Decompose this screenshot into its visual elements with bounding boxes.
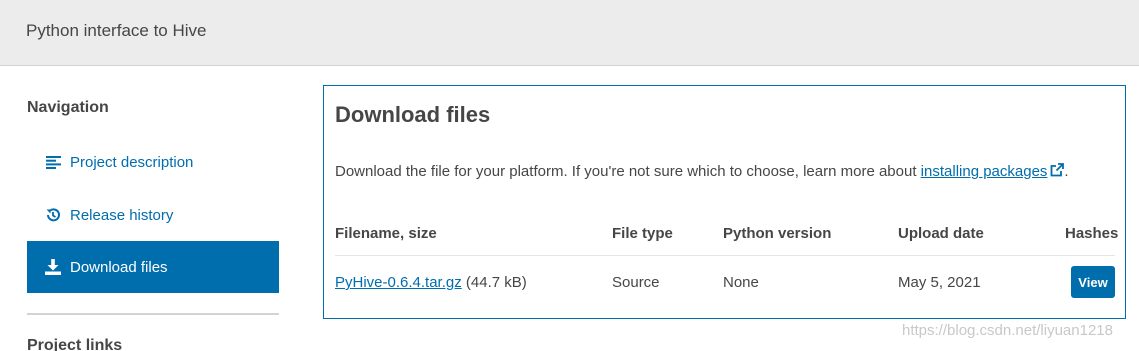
- download-files-panel: Download files Download the file for you…: [323, 85, 1126, 319]
- installing-packages-link[interactable]: installing packages: [921, 163, 1065, 180]
- external-link-icon: [1050, 163, 1065, 177]
- table-row-filename-cell: PyHive-0.6.4.tar.gz (44.7 kB): [335, 274, 527, 291]
- sidebar-item-download-files[interactable]: Download files: [27, 241, 279, 293]
- watermark-text: https://blog.csdn.net/liyuan1218: [902, 322, 1113, 339]
- column-header-file-type: File type: [612, 225, 673, 242]
- table-header-divider: [335, 255, 1115, 256]
- download-intro-text: Download the file for your platform. If …: [335, 163, 1069, 180]
- download-files-title: Download files: [335, 102, 491, 127]
- history-icon: [44, 207, 62, 223]
- file-download-link[interactable]: PyHive-0.6.4.tar.gz: [335, 274, 462, 291]
- package-header: Python interface to Hive: [0, 0, 1139, 66]
- download-icon: [44, 259, 62, 275]
- sidebar-item-project-description[interactable]: Project description: [27, 136, 279, 188]
- column-header-hashes: Hashes: [1065, 225, 1119, 242]
- sidebar-item-label: Download files: [70, 258, 168, 276]
- view-hashes-button[interactable]: View: [1071, 266, 1115, 298]
- nav-divider: [27, 313, 279, 315]
- sidebar-navigation: Navigation Project description Release h…: [27, 66, 279, 351]
- sidebar-item-label: Release history: [70, 206, 174, 224]
- upload-date-cell: May 5, 2021: [898, 274, 981, 291]
- installing-packages-link-label: installing packages: [920, 163, 1048, 180]
- align-left-icon: [44, 154, 62, 170]
- file-size: (44.7 kB): [465, 274, 527, 291]
- sidebar-item-release-history[interactable]: Release history: [27, 189, 279, 241]
- column-header-upload-date: Upload date: [898, 225, 984, 242]
- intro-period: .: [1064, 163, 1069, 180]
- column-header-filename: Filename, size: [335, 225, 437, 242]
- file-type-cell: Source: [612, 274, 660, 291]
- nav-heading: Navigation: [27, 99, 109, 116]
- intro-text: Download the file for your platform. If …: [335, 163, 917, 180]
- project-links-heading: Project links: [27, 337, 123, 351]
- package-summary: Python interface to Hive: [26, 21, 207, 40]
- sidebar-item-label: Project description: [70, 153, 194, 171]
- python-version-cell: None: [723, 274, 759, 291]
- column-header-python-version: Python version: [723, 225, 832, 242]
